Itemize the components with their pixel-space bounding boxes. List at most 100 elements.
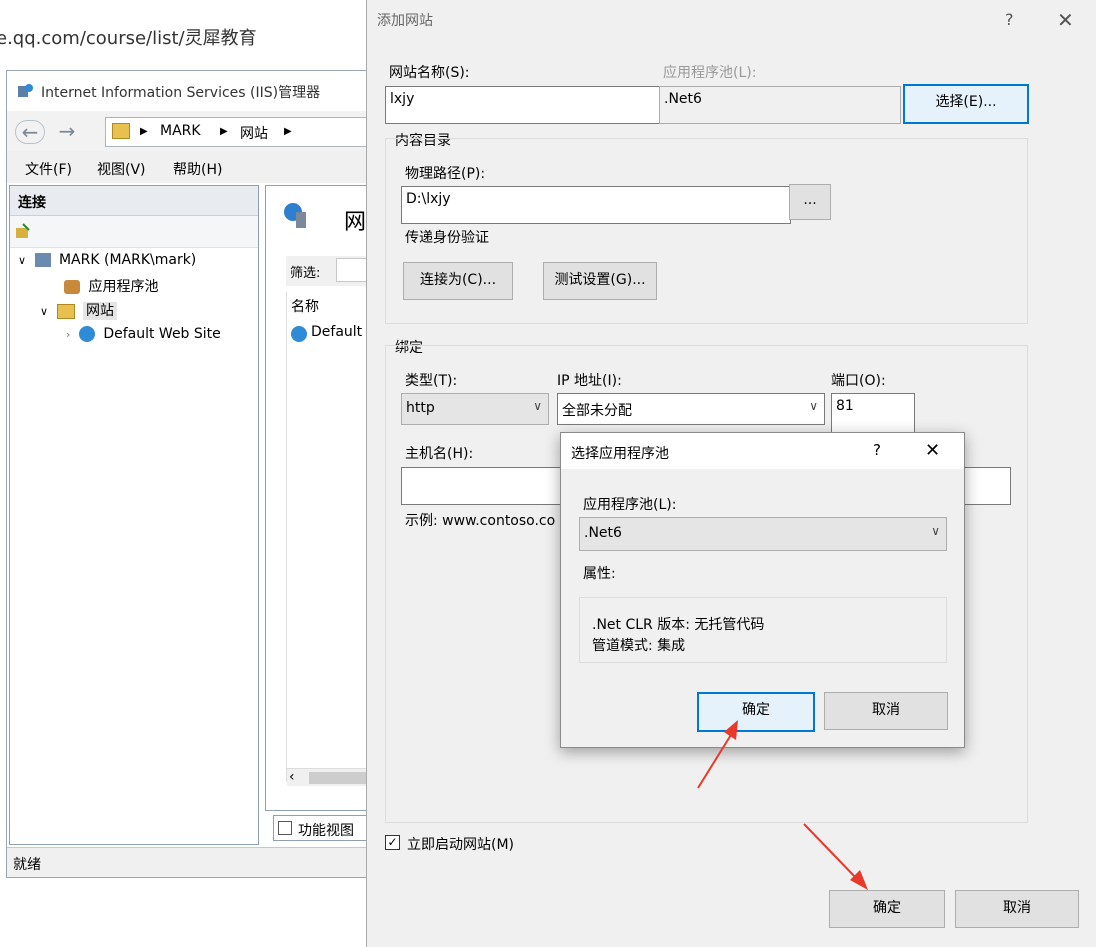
iis-title: Internet Information Services (IIS)管理器 [41,85,321,101]
help-button[interactable]: ? [1005,10,1014,29]
back-arrow-icon[interactable]: ← [15,120,45,144]
tree-item-sites[interactable]: ∨ 网站 [40,300,117,320]
browser-address-strip: e.qq.com/course/list/灵犀教育 [0,0,370,70]
type-select-value: http [406,400,435,416]
iis-content-pane: 网 筛选: 名称 Default ‹ [265,185,370,811]
close-icon[interactable]: ✕ [925,440,940,461]
test-settings-button[interactable]: 测试设置(G)... [543,262,657,300]
tree-app-pools-label: 应用程序池 [88,279,159,295]
ip-label: IP 地址(I): [557,373,622,389]
pool-select-label: 应用程序池(L): [583,497,677,513]
connect-as-button[interactable]: 连接为(C)... [403,262,513,300]
chevron-down-icon: ∨ [809,399,818,413]
chevron-down-icon: ∨ [533,399,542,413]
example-text: 示例: www.contoso.co [405,513,556,529]
iis-address-bar[interactable]: ▶ MARK ▶ 网站 ▶ [105,117,377,147]
pipeline-mode-line: 管道模式: 集成 [592,638,686,654]
start-site-checkbox[interactable]: ✓ [385,835,400,850]
tree-sites-label: 网站 [82,302,117,320]
feature-view-icon [278,821,292,835]
horizontal-scrollbar[interactable]: ‹ [287,768,369,786]
iis-menubar: 文件(F) 视图(V) 帮助(H) [7,151,367,183]
app-pool-field: .Net6 [659,86,901,124]
properties-box: .Net CLR 版本: 无托管代码 管道模式: 集成 [579,597,947,663]
cancel-button[interactable]: 取消 [955,890,1079,928]
content-heading: 网 [344,210,367,235]
folder-icon [112,123,130,139]
col-name-header[interactable]: 名称 [291,296,319,316]
pool-select-value: .Net6 [584,525,622,541]
filter-bar: 筛选: [286,256,370,286]
sites-globe-icon [282,202,306,228]
tree-item-default-site[interactable]: › Default Web Site [66,326,221,342]
iis-statusbar: 就绪 [7,847,367,877]
server-icon [34,253,51,267]
chevron-right-icon[interactable]: › [66,328,70,341]
ok-button[interactable]: 确定 [829,890,945,928]
breadcrumb-separator-icon: ▶ [220,126,228,137]
close-icon[interactable]: ✕ [1057,8,1074,32]
breadcrumb-separator-icon: ▶ [140,126,148,137]
connections-pane: 连接 ∨ MARK (MARK\mark) 应用程序池 ∨ 网站 › Defau… [9,185,259,845]
filter-input[interactable] [336,258,370,282]
forward-arrow-icon[interactable]: → [53,120,81,142]
port-input[interactable]: 81 [831,393,915,433]
physical-path-label: 物理路径(P): [405,166,486,182]
iis-manager-window: Internet Information Services (IIS)管理器 ←… [6,70,377,878]
iis-app-icon [17,83,33,99]
pool-cancel-button[interactable]: 取消 [824,692,948,730]
annotation-arrow-main-ok [803,823,868,890]
app-pool-icon [64,280,80,294]
globe-icon [291,326,307,342]
menu-view[interactable]: 视图(V) [97,159,146,179]
clr-version-line: .Net CLR 版本: 无托管代码 [592,617,765,633]
scroll-left-icon[interactable]: ‹ [289,769,295,785]
type-select[interactable]: http ∨ [401,393,549,425]
host-label: 主机名(H): [405,446,474,462]
feature-view-tab[interactable]: 功能视图 [273,815,373,841]
connect-icon[interactable] [14,222,32,240]
site-name-input[interactable]: lxjy [385,86,661,124]
pool-select[interactable]: .Net6 ∨ [579,517,947,551]
physical-path-input[interactable]: D:\lxjy [401,186,791,224]
site-name-label: 网站名称(S): [389,65,470,81]
chevron-down-icon: ∨ [931,524,940,538]
start-site-label[interactable]: 立即启动网站(M) [407,834,514,854]
breadcrumb-mark[interactable]: MARK [160,123,201,139]
menu-file[interactable]: 文件(F) [25,159,72,179]
pool-help-button[interactable]: ? [873,441,881,459]
browse-button[interactable]: ... [789,184,831,220]
type-label: 类型(T): [405,373,458,389]
sites-list: 名称 Default ‹ [286,292,369,786]
port-label: 端口(O): [831,373,886,389]
tree-default-site-label: Default Web Site [103,326,221,342]
add-website-title: 添加网站 [377,13,433,29]
select-app-pool-button[interactable]: 选择(E)... [903,84,1029,124]
status-text: 就绪 [13,857,41,873]
globe-icon [78,326,95,342]
connections-title: 连接 [18,195,46,211]
browser-url-text[interactable]: e.qq.com/course/list/灵犀教育 [0,24,257,50]
folder-icon [56,303,75,319]
tree-item-app-pools[interactable]: 应用程序池 [64,276,158,296]
site-row-name[interactable]: Default [311,324,362,340]
ip-select[interactable]: 全部未分配 ∨ [557,393,825,425]
connections-toolbar [10,216,258,248]
passthrough-auth-label: 传递身份验证 [405,230,489,246]
ip-select-value: 全部未分配 [562,403,632,419]
feature-view-label: 功能视图 [298,823,354,839]
iis-titlebar: Internet Information Services (IIS)管理器 [7,71,367,111]
chevron-down-icon[interactable]: ∨ [18,254,26,267]
tree-item-server[interactable]: ∨ MARK (MARK\mark) [18,252,196,268]
scroll-thumb[interactable] [309,772,369,784]
properties-label: 属性: [583,566,616,582]
filter-label: 筛选: [290,266,321,281]
app-pool-label: 应用程序池(L): [663,65,757,81]
breadcrumb-sites[interactable]: 网站 [240,123,268,143]
connections-header: 连接 [10,186,258,216]
annotation-arrow-pool-ok [697,720,738,789]
chevron-down-icon[interactable]: ∨ [40,305,48,318]
pool-dialog-titlebar: 选择应用程序池 ? ✕ [561,433,964,469]
iis-nav-bar: ← → ▶ MARK ▶ 网站 ▶ [7,111,377,151]
menu-help[interactable]: 帮助(H) [173,159,222,179]
